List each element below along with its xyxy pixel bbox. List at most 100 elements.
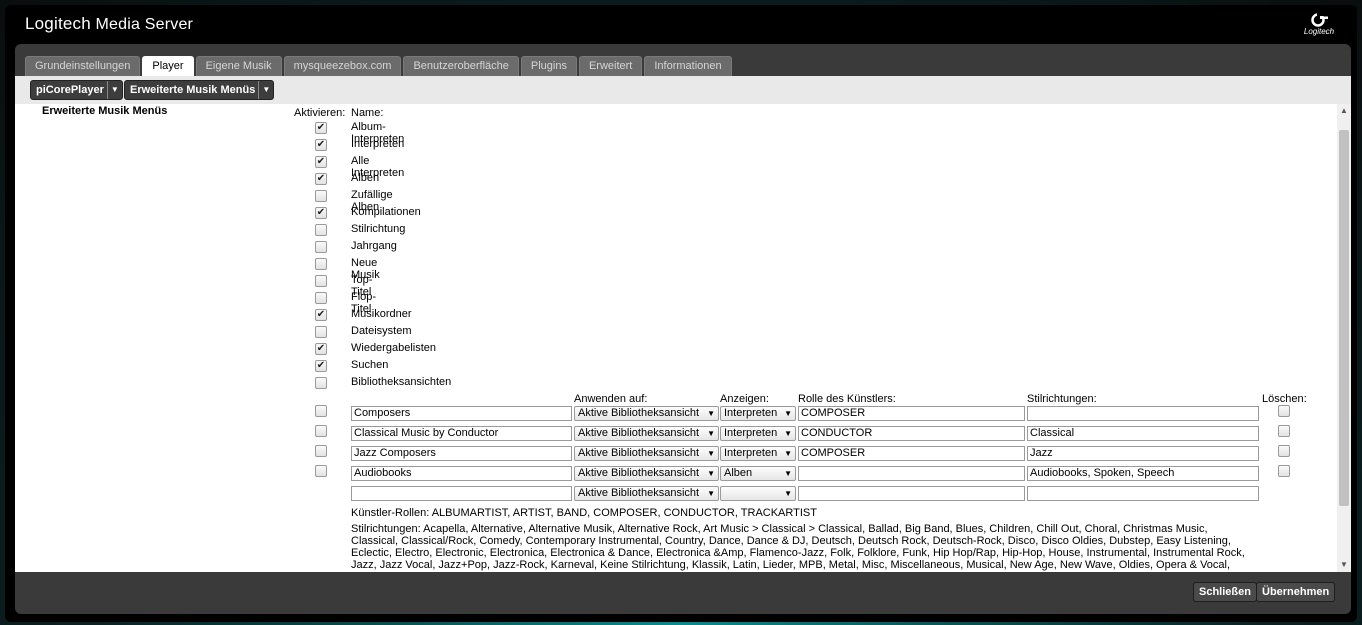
player-select-button[interactable]: piCorePlayer ▼ [30,80,123,100]
custom-menu-genres-input[interactable]: Jazz [1027,446,1259,461]
section-title: Erweiterte Musik Menüs [42,105,168,117]
menu-enable-checkbox[interactable] [315,275,327,287]
tab-3[interactable]: mysqueezebox.com [283,56,402,76]
menu-enable-checkbox[interactable]: ✔ [315,343,327,355]
header-artist-role: Rolle des Künstlers: [798,393,896,405]
custom-menu-show-select-value: Interpreten [724,427,778,439]
menu-enable-checkbox[interactable]: ✔ [315,156,327,168]
custom-menu-genres-input[interactable] [1027,406,1259,421]
chevron-down-icon: ▼ [784,429,792,438]
menu-label: Musikordner [351,308,412,320]
scrollbar-thumb[interactable] [1339,130,1349,506]
custom-menu-delete-checkbox[interactable] [1278,405,1290,417]
custom-menu-role-input[interactable]: COMPOSER [798,406,1025,421]
apply-button[interactable]: Übernehmen [1256,582,1336,602]
custom-menu-role-input[interactable] [798,466,1025,481]
custom-menu-enable-checkbox[interactable] [315,425,327,437]
menu-label: Interpreten [351,138,405,150]
tab-7[interactable]: Informationen [644,56,732,76]
logitech-logo-icon [1311,13,1328,27]
custom-menu-apply-select-value: Aktive Bibliotheksansicht [578,407,700,419]
tab-2[interactable]: Eigene Musik [195,56,282,76]
menu-enable-checkbox[interactable] [315,190,327,202]
settings-panel: Grundeinstellungen Player Eigene Musik mysq… [15,44,1351,614]
menu-enable-checkbox[interactable] [315,326,327,338]
custom-menu-name-input[interactable]: Audiobooks [351,466,572,481]
custom-menu-name-input-value: Composers [354,407,411,419]
close-button[interactable]: Schließen [1193,582,1257,602]
chevron-down-icon: ▼ [784,489,792,498]
custom-menu-apply-select[interactable]: Aktive Bibliotheksansicht ▼ [574,486,719,501]
header-show: Anzeigen: [720,393,769,405]
scroll-down-icon[interactable]: ▼ [1337,559,1351,571]
artist-roles-info: Künstler-Rollen: ALBUMARTIST, ARTIST, BA… [351,507,817,519]
custom-menu-role-input[interactable]: CONDUCTOR [798,426,1025,441]
header-genres: Stilrichtungen: [1027,393,1097,405]
custom-menu-name-input[interactable]: Composers [351,406,572,421]
custom-menu-name-input[interactable]: Classical Music by Conductor [351,426,572,441]
custom-menu-enable-checkbox[interactable] [315,405,327,417]
custom-menu-show-select-value: Interpreten [724,447,778,459]
scroll-up-icon[interactable]: ▲ [1337,105,1351,117]
tab-bar: Grundeinstellungen Player Eigene Musik mysq… [25,56,734,77]
custom-menu-name-input[interactable] [351,486,572,501]
menu-label: Suchen [351,359,389,371]
menu-label: Bibliotheksansichten [351,376,452,388]
menu-enable-checkbox[interactable] [315,258,327,270]
custom-menu-show-select-value: Alben [724,467,753,479]
settings-content: Erweiterte Musik Menüs Aktivieren: Name:… [15,104,1337,572]
custom-menu-apply-select-value: Aktive Bibliotheksansicht [578,447,700,459]
menu-enable-checkbox[interactable]: ✔ [315,122,327,134]
menu-enable-checkbox[interactable]: ✔ [315,207,327,219]
custom-menu-genres-input[interactable] [1027,486,1259,501]
app-title-rest: Media Server [95,16,194,33]
custom-menu-delete-checkbox[interactable] [1278,465,1290,477]
chevron-down-icon: ▼ [707,449,715,458]
custom-menu-apply-select-value: Aktive Bibliotheksansicht [578,427,700,439]
custom-menu-show-select[interactable]: Interpreten ▼ [720,426,796,441]
custom-menu-role-input[interactable] [798,486,1025,501]
custom-menu-apply-select[interactable]: Aktive Bibliotheksansicht ▼ [574,406,719,421]
menu-enable-checkbox[interactable]: ✔ [315,173,327,185]
custom-menu-apply-select[interactable]: Aktive Bibliotheksansicht ▼ [574,446,719,461]
chevron-down-icon: ▼ [784,449,792,458]
menu-enable-checkbox[interactable] [315,292,327,304]
custom-menu-delete-checkbox[interactable] [1278,445,1290,457]
tab-4[interactable]: Benutzeroberfläche [403,56,519,76]
custom-menu-genres-input[interactable]: Classical [1027,426,1259,441]
menu-label: Jahrgang [351,240,397,252]
custom-menu-apply-select[interactable]: Aktive Bibliotheksansicht ▼ [574,426,719,441]
custom-menu-show-select[interactable]: Interpreten ▼ [720,446,796,461]
custom-menu-show-select[interactable]: Alben ▼ [720,466,796,481]
menu-enable-checkbox[interactable] [315,377,327,389]
chevron-down-icon: ▼ [707,469,715,478]
settings-page-select-button[interactable]: Erweiterte Musik Menüs ▼ [124,80,275,100]
tab-1[interactable]: Player [142,56,194,77]
menu-enable-checkbox[interactable]: ✔ [315,360,327,372]
content-scrollbar[interactable]: ▲ ▼ [1337,104,1351,572]
custom-menu-delete-checkbox[interactable] [1278,425,1290,437]
custom-menu-enable-checkbox[interactable] [315,445,327,457]
custom-menu-show-select[interactable]: Interpreten ▼ [720,406,796,421]
menu-enable-checkbox[interactable] [315,241,327,253]
custom-menu-name-input[interactable]: Jazz Composers [351,446,572,461]
menu-enable-checkbox[interactable] [315,224,327,236]
settings-page-label: Erweiterte Musik Menüs [130,84,256,96]
custom-menu-show-select[interactable]: ▼ [720,486,796,501]
menu-enable-checkbox[interactable]: ✔ [315,139,327,151]
menu-enable-checkbox[interactable]: ✔ [315,309,327,321]
custom-menu-genres-input[interactable]: Audiobooks, Spoken, Speech [1027,466,1259,481]
custom-menu-apply-select-value: Aktive Bibliotheksansicht [578,487,700,499]
custom-menu-role-input[interactable]: COMPOSER [798,446,1025,461]
custom-menu-enable-checkbox[interactable] [315,465,327,477]
chevron-down-icon: ▼ [707,489,715,498]
app-title-brand: Logitech [25,14,91,33]
tab-0[interactable]: Grundeinstellungen [25,56,141,76]
tab-5[interactable]: Plugins [520,56,577,76]
chevron-down-icon: ▼ [707,429,715,438]
tab-6[interactable]: Erweitert [578,56,643,76]
menu-label: Kompilationen [351,206,421,218]
chevron-down-icon: ▼ [106,81,122,99]
custom-menu-apply-select[interactable]: Aktive Bibliotheksansicht ▼ [574,466,719,481]
custom-menu-name-input-value: Jazz Composers [354,447,436,459]
